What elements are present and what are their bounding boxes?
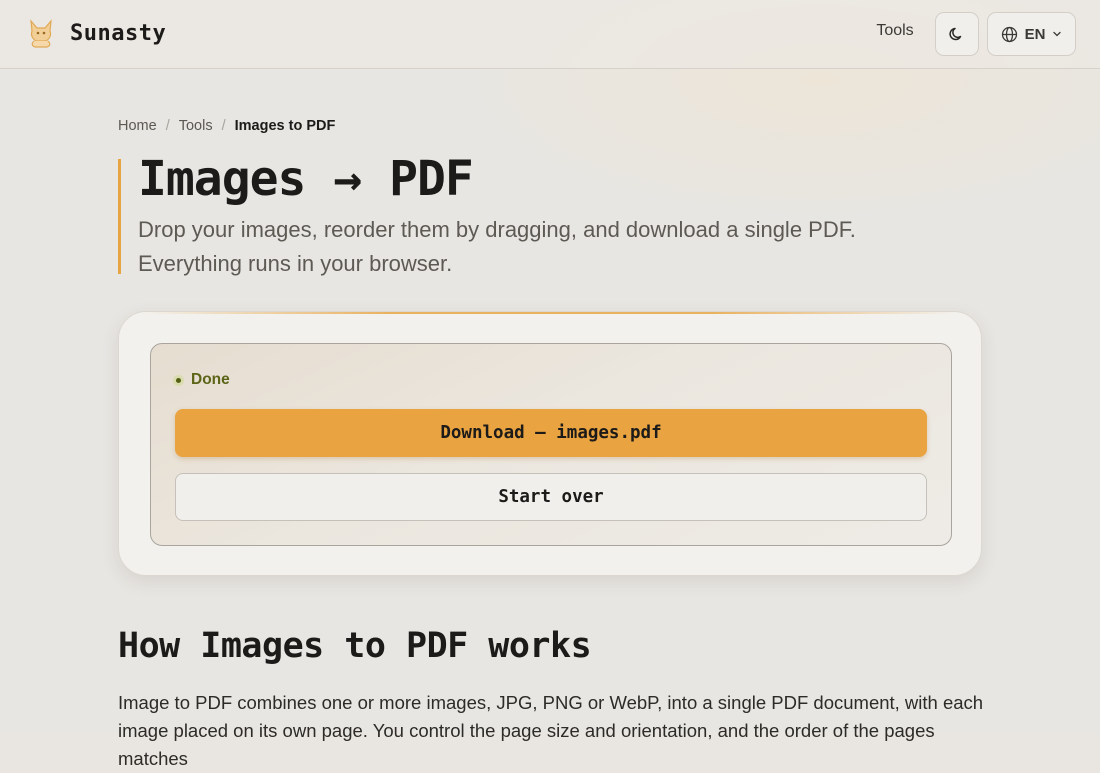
theme-toggle-button[interactable] bbox=[935, 12, 979, 56]
how-it-works-body: Image to PDF combines one or more images… bbox=[118, 692, 984, 769]
brand-link[interactable]: Sunasty bbox=[26, 17, 166, 49]
breadcrumb-separator: / bbox=[221, 118, 226, 134]
breadcrumb-separator: / bbox=[165, 118, 170, 134]
download-button[interactable]: Download — images.pdf bbox=[175, 409, 927, 457]
status-label: Done bbox=[191, 371, 230, 388]
status-badge: Done bbox=[173, 371, 230, 389]
fox-logo-icon bbox=[30, 19, 52, 48]
title-block: Images → PDF Drop your images, reorder t… bbox=[118, 155, 938, 276]
result-card: Done Download — images.pdf Start over bbox=[118, 311, 982, 576]
language-label: EN bbox=[1024, 25, 1046, 43]
how-it-works-heading: How Images to PDF works bbox=[118, 626, 592, 666]
page-subtitle: Drop your images, reorder them by draggi… bbox=[138, 217, 856, 276]
chevron-down-icon bbox=[1053, 31, 1062, 37]
breadcrumb-home[interactable]: Home bbox=[118, 118, 157, 134]
brand-name: Sunasty bbox=[70, 20, 167, 46]
language-select[interactable]: EN bbox=[987, 12, 1076, 56]
moon-icon bbox=[949, 27, 962, 41]
status-dot-icon bbox=[173, 374, 184, 386]
start-over-button[interactable]: Start over bbox=[175, 473, 927, 521]
nav-tools-link[interactable]: Tools bbox=[865, 22, 925, 40]
breadcrumb-current: Images to PDF bbox=[234, 118, 336, 134]
result-panel: Done Download — images.pdf Start over bbox=[150, 343, 952, 546]
page-title: Images → PDF bbox=[138, 151, 474, 207]
breadcrumb-tools[interactable]: Tools bbox=[179, 118, 213, 134]
globe-icon bbox=[1001, 26, 1017, 42]
site-header: Sunasty Tools EN bbox=[0, 0, 1100, 69]
breadcrumb: Home / Tools / Images to PDF bbox=[118, 118, 335, 134]
